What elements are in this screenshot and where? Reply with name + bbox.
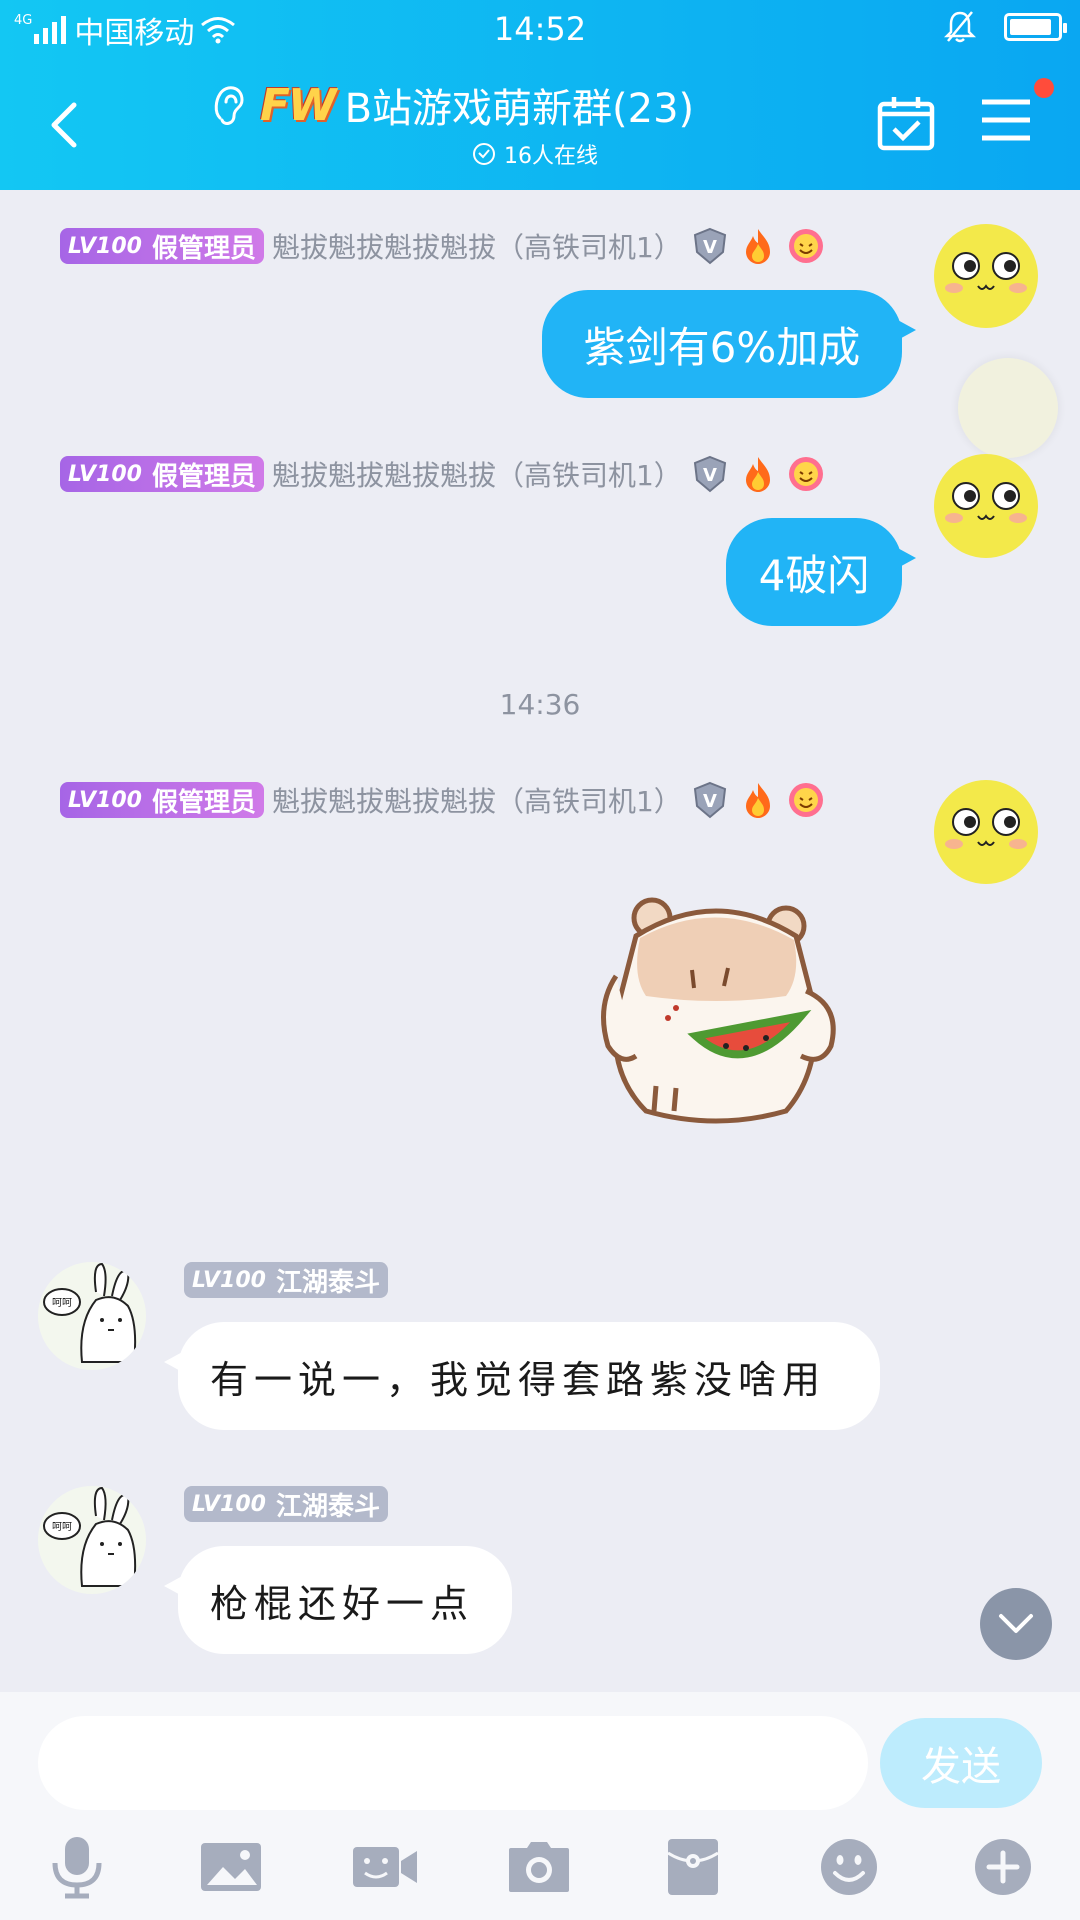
video-call-button[interactable] bbox=[350, 1832, 420, 1902]
message-bubble[interactable]: 有一说一，我觉得套路紫没啥用 bbox=[164, 1322, 880, 1430]
svg-text:呵呵: 呵呵 bbox=[52, 1522, 72, 1533]
level-text: LV100 bbox=[68, 787, 142, 813]
svg-text:呵呵: 呵呵 bbox=[52, 1298, 72, 1309]
input-toolbar bbox=[0, 1832, 1080, 1912]
chevron-left-icon bbox=[51, 102, 77, 148]
flower-smile-icon bbox=[788, 457, 823, 491]
sender-line: LV100 假管理员 魁拔魁拔魁拔魁拔（高铁司机1） V bbox=[60, 454, 826, 494]
plus-icon bbox=[975, 1839, 1031, 1895]
calendar-check-icon bbox=[877, 97, 935, 151]
level-text: LV100 bbox=[192, 1491, 266, 1517]
input-area: 发送 bbox=[0, 1692, 1080, 1920]
online-status[interactable]: 16人在线 bbox=[472, 138, 598, 170]
vip-shield-icon: V bbox=[693, 455, 726, 493]
level-text: LV100 bbox=[192, 1267, 266, 1293]
hamster-body bbox=[601, 897, 836, 1124]
emoji-button[interactable] bbox=[814, 1832, 884, 1902]
user-avatar[interactable]: 呵呵 bbox=[38, 1486, 146, 1594]
red-packet-icon bbox=[667, 1839, 719, 1895]
menu-button[interactable] bbox=[978, 96, 1034, 144]
fire-icon bbox=[745, 457, 770, 492]
sender-line: LV100 江湖泰斗 bbox=[184, 1486, 388, 1522]
flower-smile-icon bbox=[788, 783, 823, 817]
user-avatar[interactable] bbox=[932, 222, 1040, 330]
time-divider: 14:36 bbox=[499, 688, 581, 721]
battery-level bbox=[1010, 19, 1051, 35]
group-title: B站游戏萌新群(23) bbox=[344, 86, 695, 132]
battery-icon bbox=[1004, 13, 1067, 41]
sender-line: LV100 假管理员 魁拔魁拔魁拔魁拔（高铁司机1） V bbox=[60, 780, 826, 820]
badge-title: 假管理员 bbox=[151, 787, 256, 818]
scroll-to-bottom-button[interactable] bbox=[980, 1588, 1052, 1660]
microphone-icon bbox=[52, 1837, 102, 1899]
user-avatar[interactable] bbox=[932, 452, 1040, 560]
chat-header: 4G 中国移动 14:52 FW B站游戏萌新群(23) 16人在线 bbox=[0, 0, 1080, 190]
notification-dot bbox=[1034, 78, 1054, 98]
camera-icon bbox=[509, 1842, 569, 1892]
status-time: 14:52 bbox=[493, 10, 587, 48]
svg-text:V: V bbox=[703, 237, 717, 258]
status-right bbox=[944, 10, 1067, 44]
emoji-icon bbox=[821, 1839, 877, 1895]
level-badge: LV100 假管理员 bbox=[60, 782, 264, 818]
sender-line: LV100 江湖泰斗 bbox=[184, 1262, 388, 1298]
back-button[interactable] bbox=[38, 95, 88, 155]
group-logo: FW bbox=[260, 79, 337, 131]
vip-shield-icon: V bbox=[693, 227, 726, 265]
user-avatar[interactable] bbox=[932, 778, 1040, 886]
vip-shield-icon: V bbox=[693, 781, 726, 819]
svg-text:V: V bbox=[703, 465, 717, 486]
svg-text:V: V bbox=[703, 791, 717, 812]
level-badge: LV100 江湖泰斗 bbox=[184, 1486, 388, 1522]
sender-name[interactable]: 魁拔魁拔魁拔魁拔（高铁司机1） bbox=[272, 454, 682, 494]
more-button[interactable] bbox=[968, 1832, 1038, 1902]
hamburger-icon bbox=[982, 99, 1030, 141]
level-text: LV100 bbox=[68, 233, 142, 259]
level-text: LV100 bbox=[68, 461, 142, 487]
message-bubble[interactable]: 紫剑有6%加成 bbox=[542, 290, 916, 398]
image-icon bbox=[201, 1843, 261, 1891]
chevron-down-icon bbox=[999, 1614, 1033, 1633]
red-packet-button[interactable] bbox=[658, 1832, 728, 1902]
fire-icon bbox=[745, 229, 770, 264]
level-badge: LV100 假管理员 bbox=[60, 228, 264, 264]
mute-bell-icon bbox=[944, 11, 976, 43]
badge-title: 假管理员 bbox=[151, 461, 256, 492]
camera-button[interactable] bbox=[504, 1832, 574, 1902]
message-bubble[interactable]: 枪棍还好一点 bbox=[164, 1546, 512, 1654]
user-avatar[interactable]: 呵呵 bbox=[38, 1262, 146, 1370]
badge-title: 假管理员 bbox=[151, 233, 256, 264]
sender-name[interactable]: 魁拔魁拔魁拔魁拔（高铁司机1） bbox=[272, 226, 682, 266]
title-row[interactable]: FW B站游戏萌新群(23) bbox=[210, 76, 694, 134]
check-circle-icon bbox=[473, 143, 495, 165]
send-button[interactable]: 发送 bbox=[880, 1718, 1042, 1808]
flower-smile-icon bbox=[788, 229, 823, 263]
message-bubble[interactable]: 4破闪 bbox=[726, 518, 916, 626]
fire-icon bbox=[745, 783, 770, 818]
online-count: 16人在线 bbox=[504, 144, 598, 169]
image-button[interactable] bbox=[196, 1832, 266, 1902]
level-badge: LV100 江湖泰斗 bbox=[184, 1262, 388, 1298]
floating-assist-button[interactable] bbox=[958, 358, 1058, 458]
status-bar: 4G 中国移动 14:52 bbox=[0, 0, 1080, 56]
badge-title: 江湖泰斗 bbox=[275, 1491, 380, 1522]
video-call-icon bbox=[353, 1847, 417, 1887]
level-badge: LV100 假管理员 bbox=[60, 456, 264, 492]
message-input[interactable] bbox=[38, 1716, 868, 1810]
voice-button[interactable] bbox=[42, 1832, 112, 1902]
calendar-button[interactable] bbox=[876, 94, 936, 152]
hamster-sticker[interactable] bbox=[596, 896, 856, 1136]
sender-name[interactable]: 魁拔魁拔魁拔魁拔（高铁司机1） bbox=[272, 780, 682, 820]
ear-icon bbox=[214, 86, 244, 125]
badge-title: 江湖泰斗 bbox=[275, 1267, 380, 1298]
sender-line: LV100 假管理员 魁拔魁拔魁拔魁拔（高铁司机1） V bbox=[60, 226, 826, 266]
